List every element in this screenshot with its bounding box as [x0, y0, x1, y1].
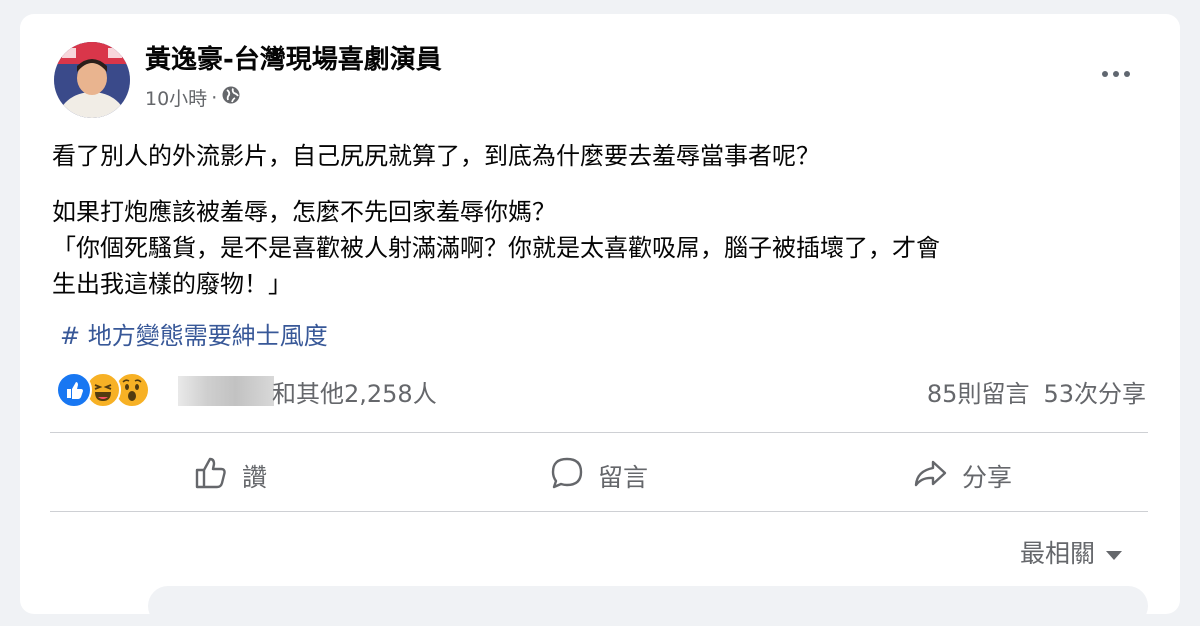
- caret-down-icon: [1105, 538, 1123, 567]
- comment-bubble-icon: [548, 454, 586, 498]
- share-label: 分享: [962, 463, 1013, 492]
- comment-label: 留言: [598, 463, 649, 492]
- post-time[interactable]: 10小時: [145, 84, 207, 111]
- globe-icon: [221, 85, 241, 110]
- like-label: 讚: [242, 463, 268, 492]
- post-card: 黃逸豪-台灣現場喜劇演員 10小時 · 看了別人的外流影片，自己尻尻就算了，到底…: [20, 14, 1180, 626]
- post-paragraph-3: 「你個死騷貨，是不是喜歡被人射滿滿啊？你就是太喜歡吸屌，腦子被插壞了，才會: [52, 234, 940, 262]
- sort-label: 最相關: [1020, 539, 1096, 568]
- like-button[interactable]: 讚: [192, 454, 267, 498]
- more-options-button[interactable]: [1096, 62, 1136, 86]
- share-button[interactable]: 分享: [912, 454, 1012, 498]
- like-reaction-icon: [56, 372, 92, 408]
- comment-preview: [148, 586, 1148, 626]
- engagement-counts: 85則留言 53次分享: [927, 374, 1146, 409]
- comment-count[interactable]: 85則留言: [927, 374, 1030, 409]
- reactions-summary[interactable]: [56, 372, 150, 408]
- post-paragraph-1: 看了別人的外流影片，自己尻尻就算了，到底為什麼要去羞辱當事者呢？: [52, 142, 820, 170]
- divider: [50, 432, 1148, 433]
- thumbs-up-icon: [192, 454, 230, 498]
- post-paragraph-2: 如果打炮應該被羞辱，怎麼不先回家羞辱你媽？: [52, 198, 556, 226]
- post-paragraph-4: 生出我這樣的廢物！」: [52, 270, 292, 298]
- more-dot: [1124, 71, 1130, 77]
- divider: [50, 511, 1148, 512]
- comment-button[interactable]: 留言: [548, 454, 648, 498]
- reaction-others-count[interactable]: 和其他2,258人: [272, 374, 437, 409]
- comment-sort-dropdown[interactable]: 最相關: [1020, 534, 1123, 570]
- share-arrow-icon: [912, 454, 950, 498]
- blurred-names: [178, 376, 274, 406]
- meta-separator: ·: [211, 86, 218, 109]
- author-avatar[interactable]: [54, 42, 130, 118]
- share-count[interactable]: 53次分享: [1043, 374, 1146, 409]
- author-name[interactable]: 黃逸豪-台灣現場喜劇演員: [145, 39, 442, 76]
- more-dot: [1102, 71, 1108, 77]
- post-meta: 10小時 ·: [145, 84, 241, 111]
- hashtag-link[interactable]: # 地方變態需要紳士風度: [60, 316, 328, 351]
- more-dot: [1113, 71, 1119, 77]
